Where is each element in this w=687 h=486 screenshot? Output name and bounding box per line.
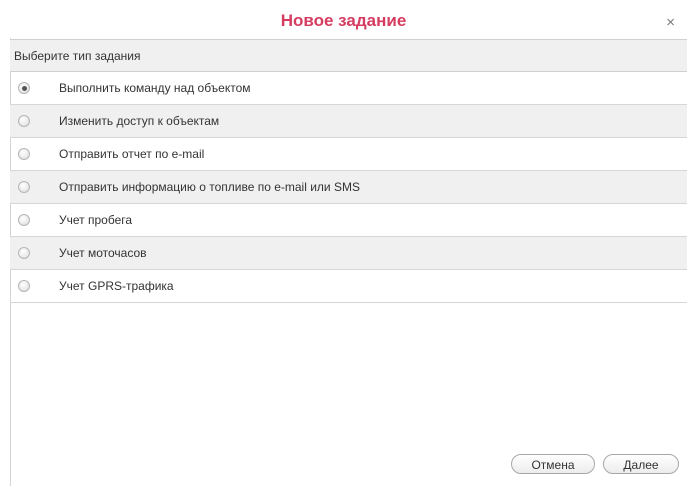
cancel-button[interactable]: Отмена (511, 454, 595, 474)
radio-button[interactable] (18, 181, 30, 193)
task-type-header: Выберите тип задания (10, 39, 687, 72)
option-gprs-traffic[interactable]: Учет GPRS-трафика (10, 270, 687, 303)
close-icon[interactable]: × (666, 15, 675, 30)
option-label: Учет моточасов (59, 246, 147, 260)
dialog-footer: Отмена Далее (511, 454, 679, 474)
option-mileage-tracking[interactable]: Учет пробега (10, 204, 687, 237)
option-label: Учет GPRS-трафика (59, 279, 174, 293)
radio-button[interactable] (18, 148, 30, 160)
option-label: Отправить информацию о топливе по e-mail… (59, 180, 360, 194)
new-task-dialog: Новое задание × Выберите тип задания Вып… (0, 0, 687, 486)
option-send-fuel-info[interactable]: Отправить информацию о топливе по e-mail… (10, 171, 687, 204)
option-engine-hours[interactable]: Учет моточасов (10, 237, 687, 270)
dialog-title: Новое задание (280, 11, 407, 30)
task-type-panel: Выберите тип задания Выполнить команду н… (10, 39, 687, 303)
radio-button-selected[interactable] (18, 82, 30, 94)
radio-button[interactable] (18, 115, 30, 127)
next-button[interactable]: Далее (603, 454, 679, 474)
radio-button[interactable] (18, 214, 30, 226)
option-change-access[interactable]: Изменить доступ к объектам (10, 105, 687, 138)
option-label: Выполнить команду над объектом (59, 81, 251, 95)
option-execute-command[interactable]: Выполнить команду над объектом (10, 72, 687, 105)
option-label: Учет пробега (59, 213, 133, 227)
option-send-report-email[interactable]: Отправить отчет по e-mail (10, 138, 687, 171)
option-label: Изменить доступ к объектам (59, 114, 220, 128)
radio-button[interactable] (18, 247, 30, 259)
option-label: Отправить отчет по e-mail (59, 147, 205, 161)
radio-button[interactable] (18, 280, 30, 292)
